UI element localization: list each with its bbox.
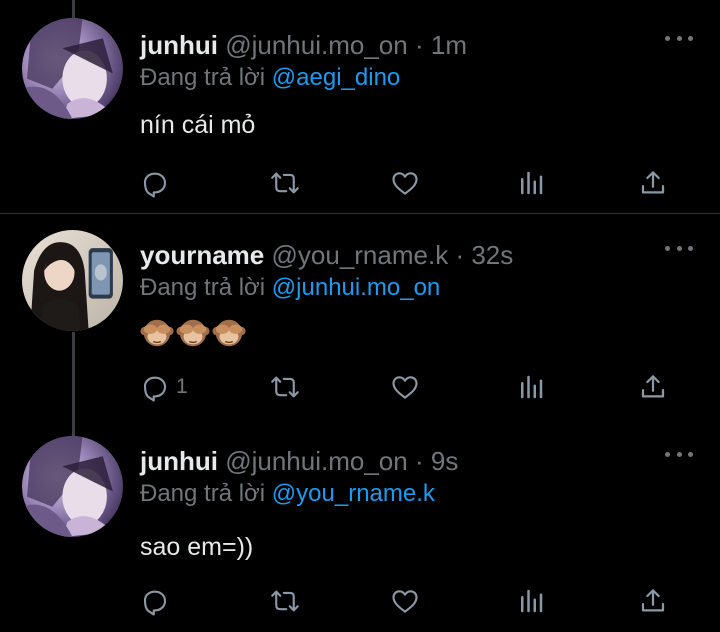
replying-to: Đang trả lời @aegi_dino [140,62,400,94]
replying-to: Đang trả lời @junhui.mo_on [140,272,440,304]
replying-prefix: Đang trả lời [140,274,266,301]
user-handle[interactable]: @junhui.mo_on [225,30,408,60]
reply-icon [143,376,167,402]
like-button[interactable] [390,166,420,200]
like-icon [392,590,418,613]
reply-button[interactable]: 1 [140,370,188,404]
replying-prefix: Đang trả lời [140,480,266,507]
avatar[interactable] [22,230,123,331]
reply-button[interactable] [140,166,170,200]
avatar-girl-selfie-image [22,230,123,331]
action-bar [0,166,720,200]
mention-link[interactable]: @you_rname.k [272,480,435,507]
tweet-text: sao em=)) [140,533,254,561]
share-icon [641,375,665,398]
tweet-header: yourname @you_rname.k · 32s [140,238,513,272]
see-no-evil-monkey-icon [212,319,246,347]
timestamp[interactable]: 1m [431,30,467,60]
action-bar [0,584,720,618]
share-button[interactable] [638,166,668,200]
like-icon [392,172,418,195]
tweet-header: junhui @junhui.mo_on · 1m [140,28,467,62]
mention-link[interactable]: @junhui.mo_on [272,274,440,301]
timestamp[interactable]: 9s [431,446,458,476]
like-icon [392,376,418,399]
more-options-icon[interactable] [665,28,693,48]
retweet-button[interactable] [270,584,300,618]
more-options-icon[interactable] [665,444,693,464]
retweet-button[interactable] [270,370,300,404]
separator-dot: · [414,446,424,476]
user-handle[interactable]: @junhui.mo_on [225,446,408,476]
analytics-icon [521,171,543,195]
user-handle[interactable]: @you_rname.k [272,240,449,270]
share-button[interactable] [638,370,668,404]
replying-to: Đang trả lời @you_rname.k [140,478,435,510]
analytics-icon [521,589,543,613]
display-name[interactable]: yourname [140,240,264,270]
separator-dot: · [414,30,424,60]
tweet-text: nín cái mỏ [140,111,256,139]
analytics-button[interactable] [516,166,546,200]
reply-icon [143,172,167,198]
share-icon [641,589,665,612]
replying-prefix: Đang trả lời [140,64,266,91]
avatar[interactable] [22,436,123,537]
display-name[interactable]: junhui [140,30,218,60]
emoji-row [140,316,246,350]
retweet-icon [271,376,299,398]
reply-button[interactable] [140,584,170,618]
action-bar: 1 [0,370,720,404]
share-button[interactable] [638,584,668,618]
tweet-divider [0,213,720,214]
see-no-evil-monkey-icon [176,319,210,347]
reply-count: 1 [176,375,188,398]
analytics-button[interactable] [516,370,546,404]
avatar[interactable] [22,18,123,119]
reply-icon [143,590,167,616]
separator-dot: · [455,240,465,270]
retweet-icon [271,590,299,612]
more-options-icon[interactable] [665,238,693,258]
see-no-evil-monkey-icon [140,319,174,347]
avatar-purple-portrait-image [22,18,123,119]
retweet-icon [271,172,299,194]
like-button[interactable] [390,370,420,404]
analytics-button[interactable] [516,584,546,618]
timestamp[interactable]: 32s [471,240,513,270]
share-icon [641,171,665,194]
like-button[interactable] [390,584,420,618]
display-name[interactable]: junhui [140,446,218,476]
avatar-purple-portrait-image [22,436,123,537]
tweet-header: junhui @junhui.mo_on · 9s [140,444,458,478]
retweet-button[interactable] [270,166,300,200]
analytics-icon [521,375,543,399]
mention-link[interactable]: @aegi_dino [272,64,400,91]
